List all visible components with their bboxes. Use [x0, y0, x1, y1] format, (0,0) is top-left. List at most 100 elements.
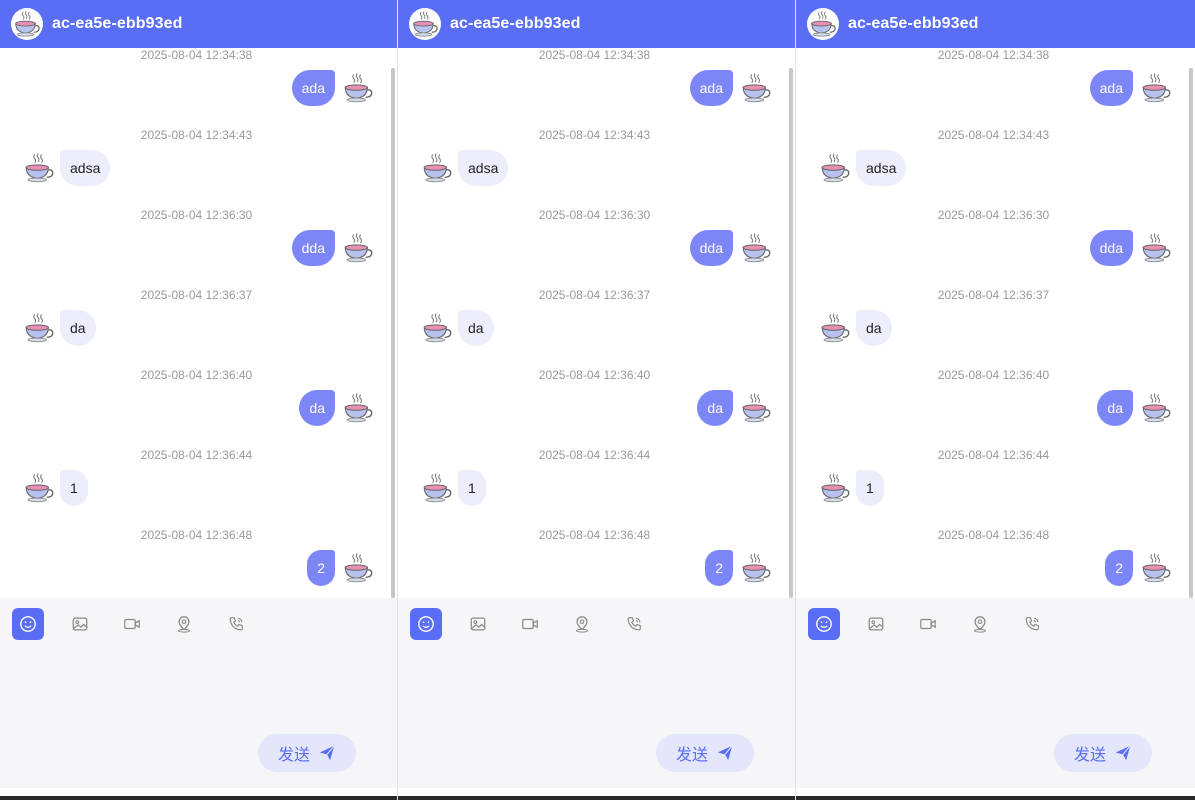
message-item: 2025-08-04 12:36:37 da [398, 288, 795, 368]
teacup-avatar-icon[interactable] [1139, 551, 1173, 585]
message-list[interactable]: 2025-08-04 12:34:38 ada 2025-08-04 12:34:… [398, 48, 795, 598]
teacup-avatar-icon[interactable] [818, 151, 852, 185]
send-button[interactable]: 发送 [656, 734, 754, 772]
phone-button[interactable] [220, 608, 252, 640]
message-bubble[interactable]: da [856, 310, 892, 346]
teacup-avatar-icon[interactable] [739, 71, 773, 105]
message-item: 2025-08-04 12:34:38 ada [796, 48, 1195, 128]
composer-toolbar [808, 608, 1068, 640]
message-bubble[interactable]: adsa [458, 150, 509, 186]
location-icon [573, 615, 591, 633]
message-bubble[interactable]: da [458, 310, 494, 346]
teacup-avatar-icon[interactable] [22, 471, 56, 505]
message-item: 2025-08-04 12:34:43 adsa [0, 128, 397, 208]
message-timestamp: 2025-08-04 12:34:38 [140, 48, 253, 62]
video-button[interactable] [116, 608, 148, 640]
image-icon [71, 615, 89, 633]
message-scrollbar[interactable] [789, 68, 793, 598]
message-item: 2025-08-04 12:36:44 1 [398, 448, 795, 528]
message-bubble[interactable]: da [697, 390, 733, 426]
location-button[interactable] [168, 608, 200, 640]
video-button[interactable] [912, 608, 944, 640]
message-bubble[interactable]: dda [291, 230, 335, 266]
message-bubble[interactable]: 2 [307, 550, 335, 586]
teacup-avatar-icon[interactable] [739, 551, 773, 585]
bottom-edge [796, 796, 1195, 800]
message-bubble[interactable]: ada [689, 70, 733, 106]
send-icon [318, 744, 336, 762]
image-button[interactable] [462, 608, 494, 640]
teacup-avatar-icon[interactable] [818, 311, 852, 345]
teacup-avatar-icon[interactable] [739, 231, 773, 265]
message-bubble[interactable]: da [60, 310, 96, 346]
message-timestamp: 2025-08-04 12:36:30 [538, 208, 651, 222]
send-button[interactable]: 发送 [1054, 734, 1152, 772]
message-scrollbar[interactable] [1189, 68, 1193, 598]
message-list[interactable]: 2025-08-04 12:34:38 ada 2025-08-04 12:34:… [796, 48, 1195, 598]
message-item: 2025-08-04 12:36:37 da [0, 288, 397, 368]
teacup-avatar-icon[interactable] [22, 311, 56, 345]
teacup-avatar-icon[interactable] [341, 391, 375, 425]
message-item: 2025-08-04 12:36:48 2 [0, 528, 397, 598]
teacup-avatar-icon[interactable] [1139, 391, 1173, 425]
message-bubble[interactable]: adsa [60, 150, 111, 186]
bottom-edge [398, 796, 795, 800]
message-timestamp: 2025-08-04 12:36:48 [538, 528, 651, 542]
message-timestamp: 2025-08-04 12:36:37 [538, 288, 651, 302]
message-timestamp: 2025-08-04 12:36:30 [937, 208, 1050, 222]
teacup-avatar-icon[interactable] [420, 151, 454, 185]
message-bubble[interactable]: 2 [705, 550, 733, 586]
emoji-button[interactable] [410, 608, 442, 640]
emoji-button[interactable] [808, 608, 840, 640]
teacup-avatar-icon[interactable] [1139, 71, 1173, 105]
teacup-avatar-icon[interactable] [341, 231, 375, 265]
message-bubble[interactable]: 1 [458, 470, 486, 506]
message-item: 2025-08-04 12:36:40 da [796, 368, 1195, 448]
teacup-avatar-icon[interactable] [341, 551, 375, 585]
message-bubble[interactable]: ada [1089, 70, 1133, 106]
location-button[interactable] [964, 608, 996, 640]
teacup-avatar-icon [11, 8, 43, 40]
message-item: 2025-08-04 12:36:44 1 [796, 448, 1195, 528]
message-timestamp: 2025-08-04 12:36:37 [140, 288, 253, 302]
composer-toolbar [410, 608, 670, 640]
video-button[interactable] [514, 608, 546, 640]
message-bubble[interactable]: adsa [856, 150, 907, 186]
chat-panel: ac-ea5e-ebb93ed 2025-08-04 12:34:38 ada 20… [796, 0, 1195, 800]
teacup-avatar-icon[interactable] [1139, 231, 1173, 265]
teacup-avatar-icon[interactable] [420, 471, 454, 505]
phone-icon [227, 615, 245, 633]
emoji-button[interactable] [12, 608, 44, 640]
message-bubble[interactable]: ada [291, 70, 335, 106]
phone-button[interactable] [1016, 608, 1048, 640]
message-bubble[interactable]: da [1097, 390, 1133, 426]
teacup-avatar-icon[interactable] [341, 71, 375, 105]
location-button[interactable] [566, 608, 598, 640]
send-button[interactable]: 发送 [258, 734, 356, 772]
teacup-avatar-icon[interactable] [739, 391, 773, 425]
teacup-avatar-icon[interactable] [22, 151, 56, 185]
message-item: 2025-08-04 12:36:30 dda [0, 208, 397, 288]
image-button[interactable] [860, 608, 892, 640]
message-bubble[interactable]: 2 [1105, 550, 1133, 586]
image-button[interactable] [64, 608, 96, 640]
message-item: 2025-08-04 12:36:44 1 [0, 448, 397, 528]
chat-header: ac-ea5e-ebb93ed [796, 0, 1195, 48]
message-timestamp: 2025-08-04 12:36:37 [937, 288, 1050, 302]
message-bubble[interactable]: da [299, 390, 335, 426]
composer: 发送 [796, 598, 1195, 788]
teacup-avatar-icon[interactable] [818, 471, 852, 505]
message-item: 2025-08-04 12:34:38 ada [398, 48, 795, 128]
teacup-avatar-icon[interactable] [420, 311, 454, 345]
message-scrollbar[interactable] [391, 68, 395, 598]
message-bubble[interactable]: dda [1089, 230, 1133, 266]
message-bubble[interactable]: dda [689, 230, 733, 266]
message-timestamp: 2025-08-04 12:34:43 [140, 128, 253, 142]
message-list[interactable]: 2025-08-04 12:34:38 ada 2025-08-04 12:34:… [0, 48, 397, 598]
chat-title: ac-ea5e-ebb93ed [848, 15, 979, 32]
message-timestamp: 2025-08-04 12:36:40 [538, 368, 651, 382]
message-bubble[interactable]: 1 [856, 470, 884, 506]
chat-title: ac-ea5e-ebb93ed [450, 15, 581, 32]
message-bubble[interactable]: 1 [60, 470, 88, 506]
phone-button[interactable] [618, 608, 650, 640]
